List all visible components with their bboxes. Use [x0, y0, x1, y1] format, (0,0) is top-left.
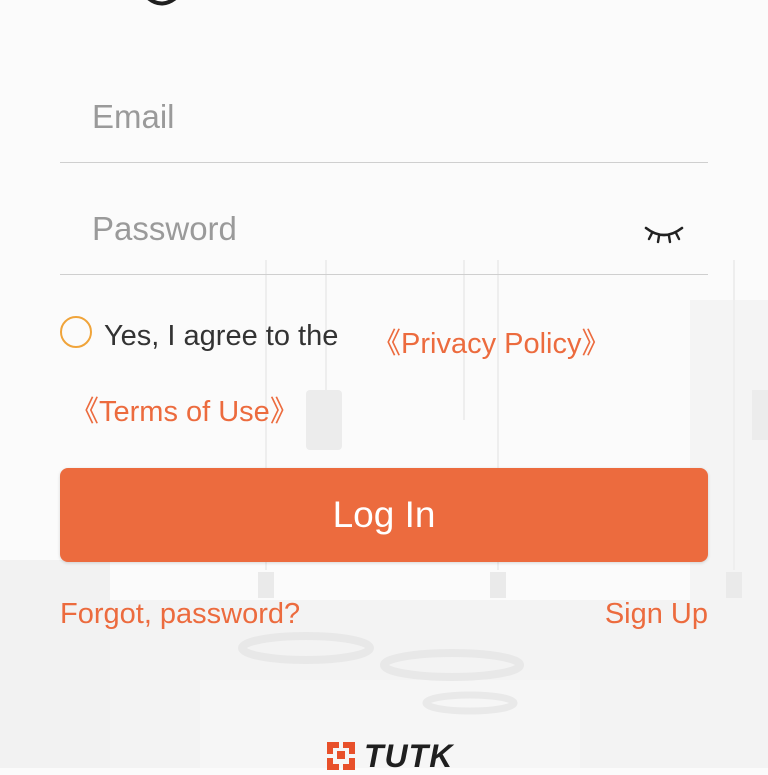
brand-name: TUTK [364, 738, 454, 774]
email-field [60, 80, 708, 163]
agree-text: Yes, I agree to the [104, 320, 339, 352]
login-screen: Yes, I agree to the 《Privacy Policy》 《Te… [0, 0, 768, 774]
password-field [60, 192, 708, 275]
privacy-policy-link[interactable]: 《Privacy Policy》 [372, 320, 611, 362]
login-button[interactable]: Log In [60, 468, 708, 562]
terms-of-use-link[interactable]: 《Terms of Use》 [70, 388, 299, 430]
eye-closed-icon[interactable] [642, 218, 686, 248]
brand-logo: TUTK [324, 734, 454, 774]
sign-up-link[interactable]: Sign Up [605, 598, 708, 631]
tutk-logo-mark-icon [327, 742, 355, 770]
agree-radio[interactable] [60, 316, 92, 348]
forgot-password-link[interactable]: Forgot, password? [60, 598, 300, 631]
app-logo-icon [147, 0, 177, 6]
email-input[interactable] [92, 96, 632, 138]
password-input[interactable] [92, 208, 632, 250]
